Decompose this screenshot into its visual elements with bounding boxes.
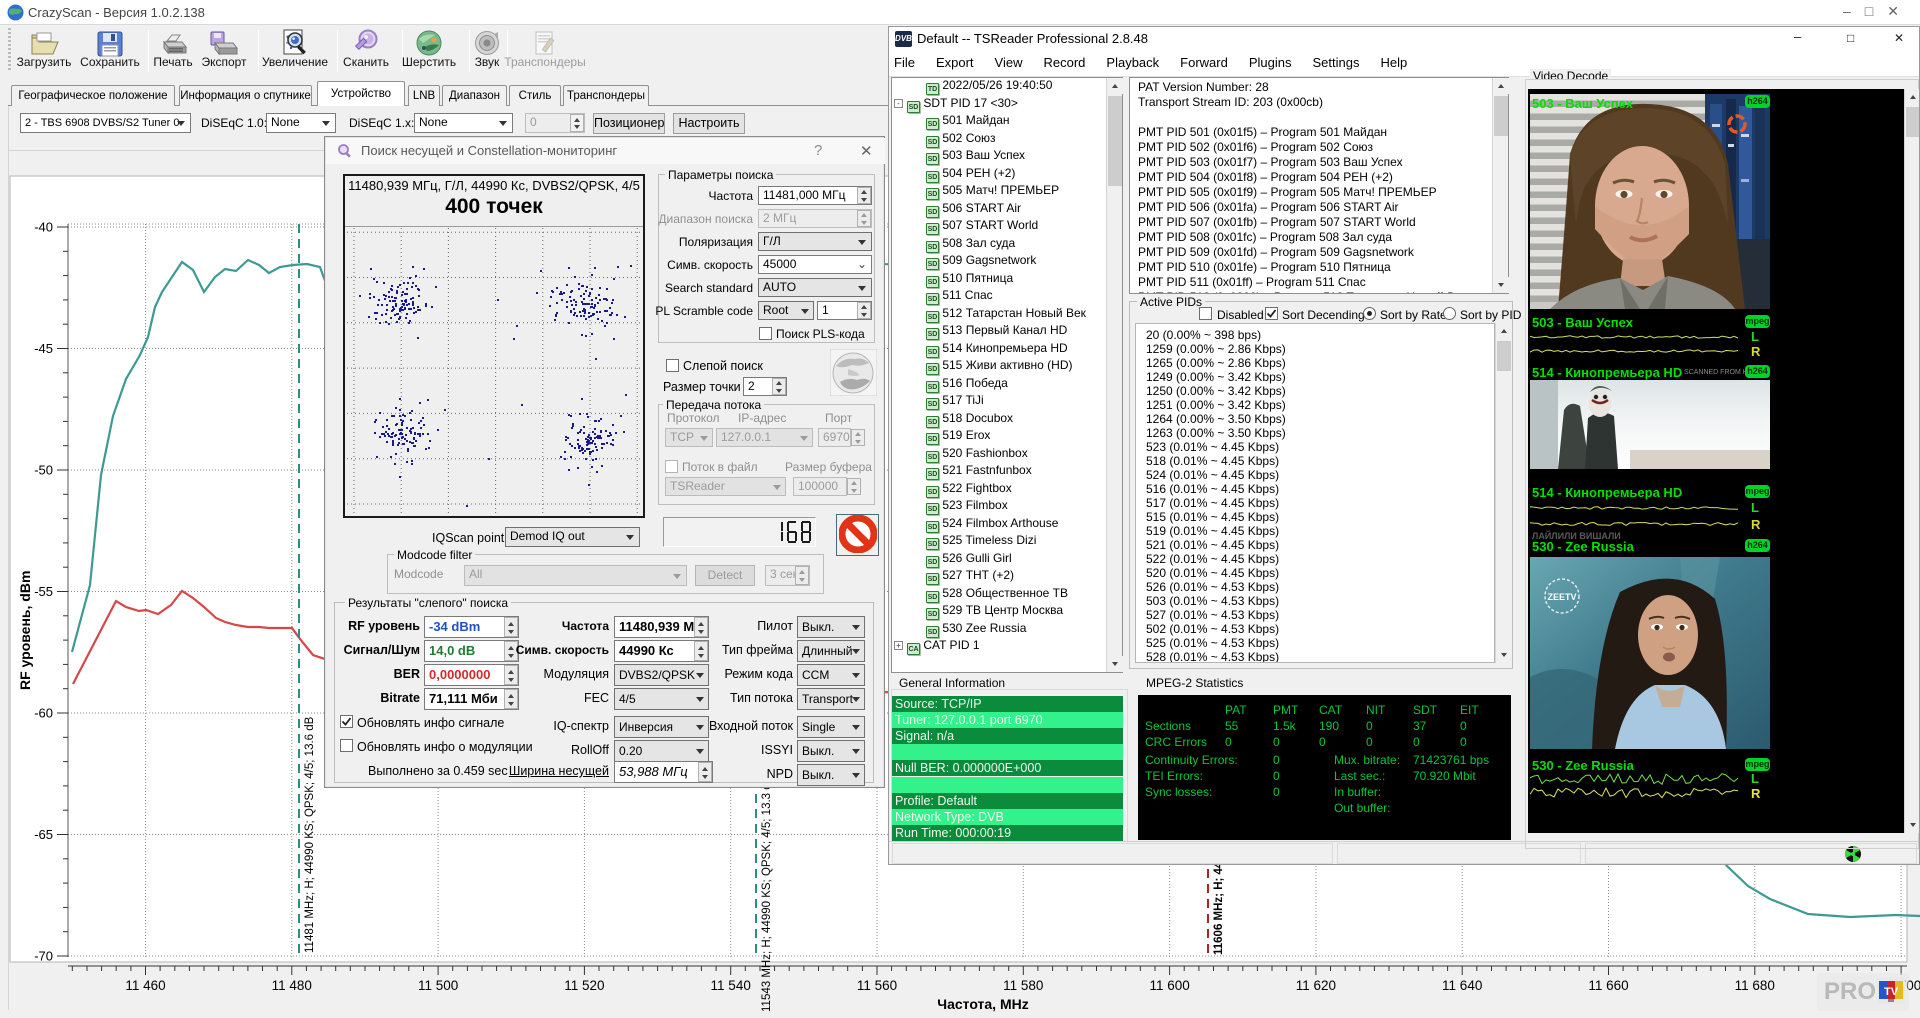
svg-text:11 520: 11 520 [564, 978, 604, 993]
svg-text:11 680: 11 680 [1735, 978, 1775, 993]
svg-text:TV: TV [1884, 986, 1899, 998]
svg-text:-45: -45 [34, 341, 53, 356]
svg-text:11543 MHz; H; 44990 KS; QPSK;: 11543 MHz; H; 44990 KS; QPSK; 4/5; 13.3 … [761, 775, 773, 1012]
svg-text:-60: -60 [34, 706, 53, 721]
svg-text:11 600: 11 600 [1149, 978, 1189, 993]
svg-text:-55: -55 [34, 584, 53, 599]
svg-text:11 560: 11 560 [857, 978, 897, 993]
svg-text:11 580: 11 580 [1003, 978, 1043, 993]
svg-text:11 540: 11 540 [711, 978, 751, 993]
svg-text:11 620: 11 620 [1296, 978, 1336, 993]
svg-text:11481 MHz; H; 44990 KS; QPSK;: 11481 MHz; H; 44990 KS; QPSK; 4/5; 13.6 … [304, 716, 316, 953]
svg-text:-40: -40 [34, 220, 53, 235]
svg-text:11 640: 11 640 [1442, 978, 1482, 993]
svg-text:11 460: 11 460 [125, 978, 165, 993]
svg-text:11 500: 11 500 [418, 978, 458, 993]
svg-text:11 660: 11 660 [1588, 978, 1628, 993]
svg-text:11 480: 11 480 [272, 978, 312, 993]
svg-text:-70: -70 [34, 949, 53, 964]
svg-text:RF уровень, dBm: RF уровень, dBm [17, 571, 33, 690]
svg-text:Частота, MHz: Частота, MHz [937, 996, 1028, 1012]
svg-text:-65: -65 [34, 827, 53, 842]
svg-text:ZEETV: ZEETV [1547, 592, 1576, 602]
svg-text:-50: -50 [34, 463, 53, 478]
